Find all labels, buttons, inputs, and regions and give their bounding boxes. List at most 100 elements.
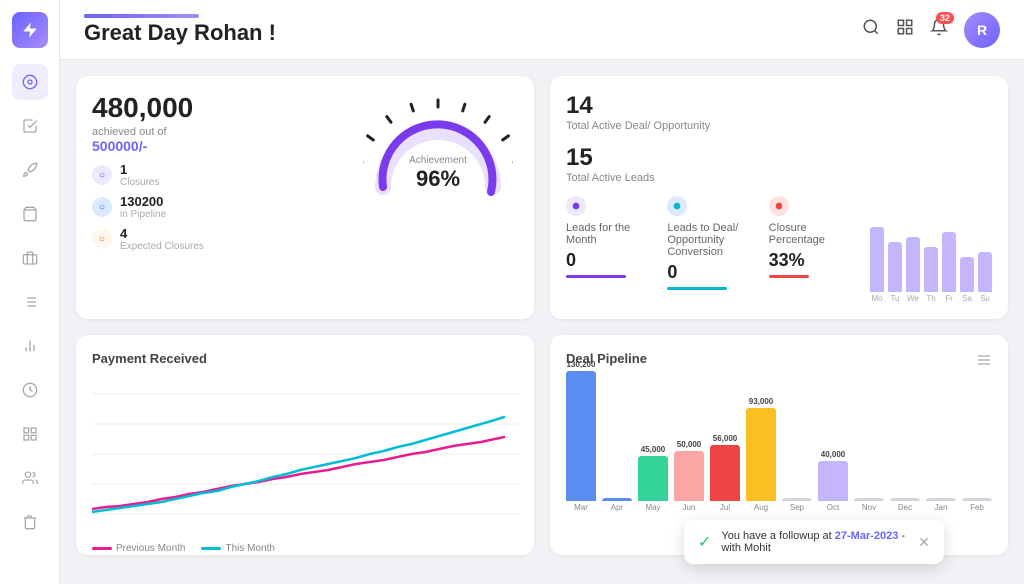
leads-stats: 14 Total Active Deal/ Opportunity 15 Tot… [566, 92, 854, 303]
deal-bar-month-label: Mar [574, 503, 588, 512]
deal-bar-fill [674, 451, 704, 501]
sidebar-item-list[interactable] [12, 284, 48, 320]
deal-bar-fill [962, 498, 992, 501]
deal-bar-value-label: 93,000 [749, 397, 773, 406]
deal-bar-value-label: 45,000 [641, 445, 665, 454]
deal-bar-dec: Dec [890, 496, 920, 512]
sidebar [0, 0, 60, 584]
header: Great Day Rohan ! 32 R [60, 0, 1024, 60]
sidebar-item-briefcase[interactable] [12, 240, 48, 276]
closure-pct-label: Closure Percentage [769, 222, 854, 246]
gauge-container: Achievement 96% [358, 92, 518, 202]
sidebar-item-tasks[interactable] [12, 108, 48, 144]
line-chart-svg [92, 374, 518, 534]
metrics-list: ○ 1 Closures ○ 130200 in Pipeline [92, 162, 342, 252]
toast-check-icon: ✓ [698, 532, 711, 552]
deal-bar-fill [566, 371, 596, 501]
main-content: Great Day Rohan ! 32 R 480,000 achieved … [60, 0, 1024, 584]
weekly-bar-th [924, 247, 938, 292]
closure-pct-bar [769, 275, 809, 278]
pipeline-detail: 130200 in Pipeline [120, 194, 166, 220]
deal-bar-nov: Nov [854, 496, 884, 512]
sidebar-item-trash[interactable] [12, 504, 48, 540]
deal-bar-fill [854, 498, 884, 501]
active-leads-number: 15 [566, 144, 854, 172]
deal-header: Deal Pipeline [566, 351, 992, 374]
deal-bar-aug: 93,000Aug [746, 397, 776, 512]
deal-bar-month-label: Nov [862, 503, 876, 512]
expected-value: 4 [120, 226, 204, 241]
pipeline-metric: ○ 130200 in Pipeline [92, 194, 342, 220]
apps-button[interactable] [896, 18, 914, 41]
deal-menu-button[interactable] [976, 352, 992, 373]
achievement-stats: 480,000 achieved out of 500000/- ○ 1 Clo… [92, 92, 342, 252]
leads-month-bar [566, 275, 626, 278]
weekly-labels: MoTuWeThFrSaSu [870, 294, 992, 303]
legend-prev: Previous Month [92, 543, 185, 554]
deal-bar-month-label: Sep [790, 503, 804, 512]
search-button[interactable] [862, 18, 880, 41]
header-actions: 32 R [862, 12, 1000, 48]
weekly-bar-su [978, 252, 992, 292]
active-deals-number: 14 [566, 92, 854, 120]
closure-pct-value: 33% [769, 250, 854, 271]
leads-month-metric: Leads for the Month 0 [566, 196, 651, 290]
closure-pct-icon [769, 196, 789, 216]
pipeline-value: 130200 [120, 194, 166, 209]
deal-bar-sep: Sep [782, 496, 812, 512]
sidebar-item-dashboard[interactable] [12, 64, 48, 100]
notifications-button[interactable]: 32 [930, 18, 948, 41]
legend-curr: This Month [201, 543, 274, 554]
deal-bar-may: 45,000 May [638, 445, 668, 512]
toast-close-button[interactable]: ✕ [918, 534, 930, 551]
deal-bar-month-label: May [645, 503, 660, 512]
expected-icon: ○ [92, 229, 112, 249]
sidebar-item-clock[interactable] [12, 372, 48, 408]
weekly-chart: MoTuWeThFrSaSu [870, 92, 992, 303]
deal-bar-fill [602, 498, 632, 501]
pipeline-icon: ○ [92, 197, 112, 217]
dashboard-content: 480,000 achieved out of 500000/- ○ 1 Clo… [60, 60, 1024, 584]
progress-bar [84, 14, 199, 18]
active-deals-label: Total Active Deal/ Opportunity [566, 120, 854, 132]
sidebar-item-grid[interactable] [12, 416, 48, 452]
achievement-card: 480,000 achieved out of 500000/- ○ 1 Clo… [76, 76, 534, 319]
weekly-bars [870, 212, 992, 292]
leads-conversion-metric: Leads to Deal/ Opportunity Conversion 0 [667, 196, 752, 290]
toast-message: You have a followup at 27-Mar-2023 - wit… [721, 530, 908, 554]
followup-toast: ✓ You have a followup at 27-Mar-2023 - w… [684, 520, 944, 564]
deal-bar-apr: Apr [602, 496, 632, 512]
deal-bar-fill [710, 445, 740, 501]
active-deals-stat: 14 Total Active Deal/ Opportunity [566, 92, 854, 132]
sidebar-logo[interactable] [12, 12, 48, 48]
conversion-metrics: Leads for the Month 0 Leads to Deal/ Opp… [566, 196, 854, 290]
sidebar-item-users[interactable] [12, 460, 48, 496]
deal-bar-value-label: 50,000 [677, 440, 701, 449]
deal-bar-month-label: Feb [970, 503, 984, 512]
notification-count: 32 [936, 12, 954, 24]
weekly-bar-mo [870, 227, 884, 292]
achievement-top: 480,000 achieved out of 500000/- ○ 1 Clo… [92, 92, 518, 252]
deal-bar-jan: Jan [926, 496, 956, 512]
deal-bar-fill [782, 498, 812, 501]
sidebar-item-products[interactable] [12, 196, 48, 232]
active-leads-label: Total Active Leads [566, 172, 854, 184]
weekly-bar-label-we: We [906, 294, 920, 303]
legend-prev-line [92, 547, 112, 550]
deal-bar-month-label: Dec [898, 503, 912, 512]
gauge: Achievement 96% [363, 92, 513, 202]
achievement-label: achieved out of [92, 126, 342, 138]
toast-date: 27-Mar-2023 [835, 530, 899, 542]
page-title: Great Day Rohan ! [84, 20, 276, 46]
deal-bar-jul: 56,000Jul [710, 434, 740, 512]
deal-bar-fill [890, 498, 920, 501]
sidebar-item-rocket[interactable] [12, 152, 48, 188]
weekly-bar-tu [888, 242, 902, 292]
sidebar-item-chart[interactable] [12, 328, 48, 364]
achievement-target: 500000/- [92, 138, 342, 154]
legend-prev-label: Previous Month [116, 543, 185, 554]
leads-month-value: 0 [566, 250, 651, 271]
user-avatar[interactable]: R [964, 12, 1000, 48]
gauge-percent-value: 96% [409, 166, 467, 192]
leads-month-icon [566, 196, 586, 216]
